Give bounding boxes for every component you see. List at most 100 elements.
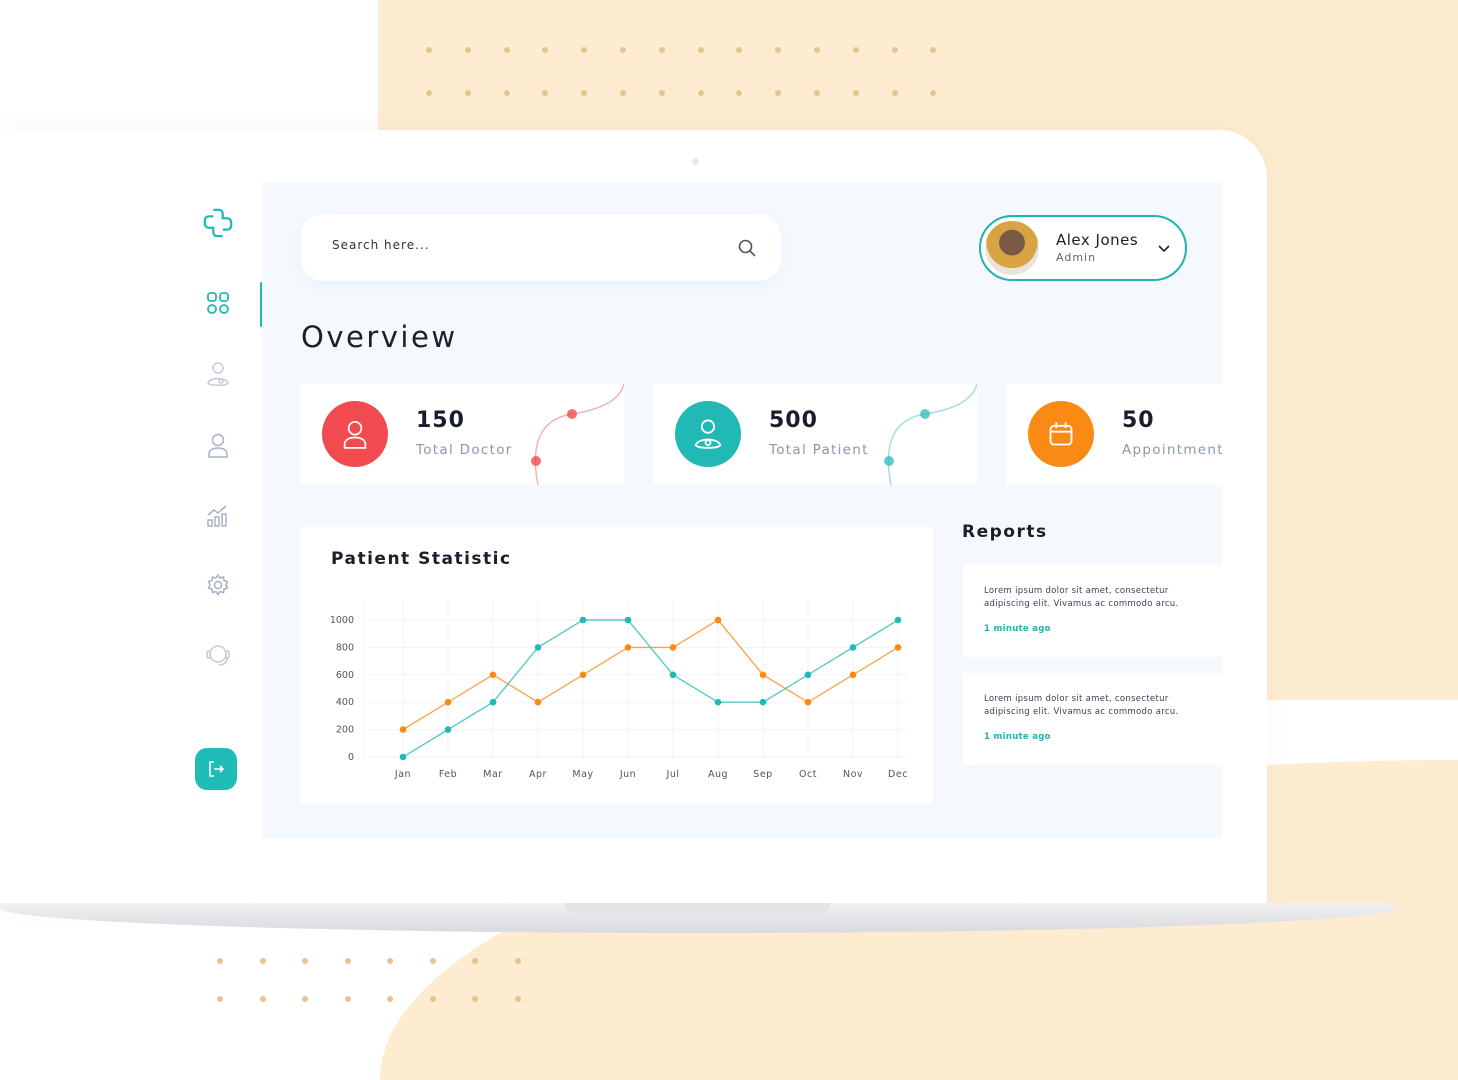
stat-card-doctors[interactable]: 150 Total Doctor (300, 384, 624, 485)
x-tick-label: Sep (753, 769, 772, 780)
x-tick-label: May (572, 769, 593, 780)
sidebar-item-support[interactable] (202, 639, 234, 671)
dot (464, 90, 471, 96)
sidebar-item-settings[interactable] (202, 569, 234, 601)
dot (472, 996, 478, 1002)
y-tick-label: 0 (348, 752, 354, 763)
dot (344, 996, 351, 1002)
user-role: Admin (1056, 251, 1097, 264)
data-point (624, 644, 632, 651)
data-point (399, 753, 407, 761)
logout-icon (209, 761, 225, 777)
search-icon[interactable] (737, 238, 757, 258)
dot (658, 90, 665, 96)
y-tick-label: 800 (336, 642, 354, 653)
data-point (444, 698, 452, 706)
report-item[interactable]: Lorem ipsum dolor sit amet, consectetur … (963, 565, 1222, 657)
dot (620, 47, 626, 53)
dot (658, 47, 665, 53)
x-tick-label: Aug (708, 769, 728, 780)
x-tick-label: Jan (394, 769, 411, 780)
chart-growth-icon (207, 505, 227, 527)
dot (387, 996, 393, 1002)
settings-gear-icon (207, 573, 229, 596)
sidebar-item-dashboard[interactable] (202, 287, 234, 319)
laptop-notch (565, 903, 830, 913)
report-text: Lorem ipsum dolor sit amet, consectetur … (984, 586, 1179, 609)
data-point (714, 698, 722, 706)
dot (814, 90, 820, 96)
doctor-icon (207, 362, 229, 386)
dot (464, 47, 471, 53)
search-input[interactable] (332, 238, 712, 252)
report-item[interactable]: Lorem ipsum dolor sit amet, consectetur … (963, 673, 1222, 765)
stat-value: 150 (416, 408, 465, 433)
dot (426, 90, 432, 96)
dot (426, 47, 432, 53)
data-point (849, 644, 857, 651)
dashboard-grid-icon (207, 292, 229, 314)
data-point (804, 698, 812, 706)
data-point (714, 616, 722, 624)
y-tick-label: 1000 (330, 615, 354, 626)
user-profile-dropdown[interactable]: Alex Jones Admin (979, 215, 1187, 281)
sidebar-item-statistics[interactable] (202, 500, 234, 532)
data-point (759, 698, 767, 706)
x-tick-label: Mar (483, 769, 502, 780)
sidebar-item-doctors[interactable] (202, 358, 234, 390)
stat-value: 500 (769, 408, 818, 433)
search-bar[interactable] (301, 214, 781, 281)
dot (852, 90, 859, 96)
data-point (894, 616, 902, 624)
dot (697, 90, 704, 96)
dot (472, 958, 478, 964)
x-tick-label: Nov (843, 769, 863, 780)
stat-label: Appointment (1122, 442, 1222, 458)
doctor-icon (322, 401, 388, 467)
chevron-down-icon[interactable] (1157, 241, 1171, 255)
dot (697, 47, 704, 53)
stat-card-appointments[interactable]: 50 Appointment (1006, 384, 1222, 485)
dot (259, 958, 266, 964)
patient-statistic-chart: Jan Feb Mar Apr May Jun Jul Aug Sep Oct Nov Dec 0 200… (330, 600, 908, 780)
sidebar-item-patients[interactable] (202, 429, 234, 461)
dot (620, 90, 626, 96)
dot (514, 996, 521, 1002)
stat-label: Total Doctor (416, 442, 513, 458)
y-tick-label: 400 (336, 697, 354, 708)
dot (344, 958, 351, 964)
report-time: 1 minute ago (984, 732, 1051, 742)
data-point (444, 726, 452, 733)
x-tick-label: Apr (529, 769, 547, 780)
dot (891, 47, 898, 53)
y-tick-label: 600 (336, 670, 354, 681)
data-point (624, 616, 632, 624)
dot (387, 958, 393, 964)
dot (217, 996, 223, 1002)
data-point (804, 671, 812, 679)
dot (514, 958, 521, 964)
logo-cross-icon[interactable] (202, 207, 234, 239)
sparkline-decoration (884, 384, 977, 485)
data-point (489, 698, 497, 706)
data-point (579, 616, 587, 624)
data-point (759, 671, 767, 679)
data-point (669, 644, 677, 651)
calendar-icon (1028, 401, 1094, 467)
data-point (489, 671, 497, 679)
dot (217, 958, 223, 964)
data-point (669, 671, 677, 679)
dot (302, 996, 308, 1002)
report-text: Lorem ipsum dolor sit amet, consectetur … (984, 694, 1179, 717)
dot (429, 996, 436, 1002)
x-tick-label: Jul (666, 769, 680, 780)
stat-card-patients[interactable]: 500 Total Patient (653, 384, 977, 485)
laptop-camera (692, 158, 699, 165)
x-tick-label: Feb (439, 769, 457, 780)
sparkline-decoration (531, 384, 624, 485)
dot (814, 47, 820, 53)
dot (302, 958, 308, 964)
series-line (402, 619, 899, 758)
logout-button[interactable] (195, 748, 237, 790)
support-headset-icon (206, 645, 230, 666)
